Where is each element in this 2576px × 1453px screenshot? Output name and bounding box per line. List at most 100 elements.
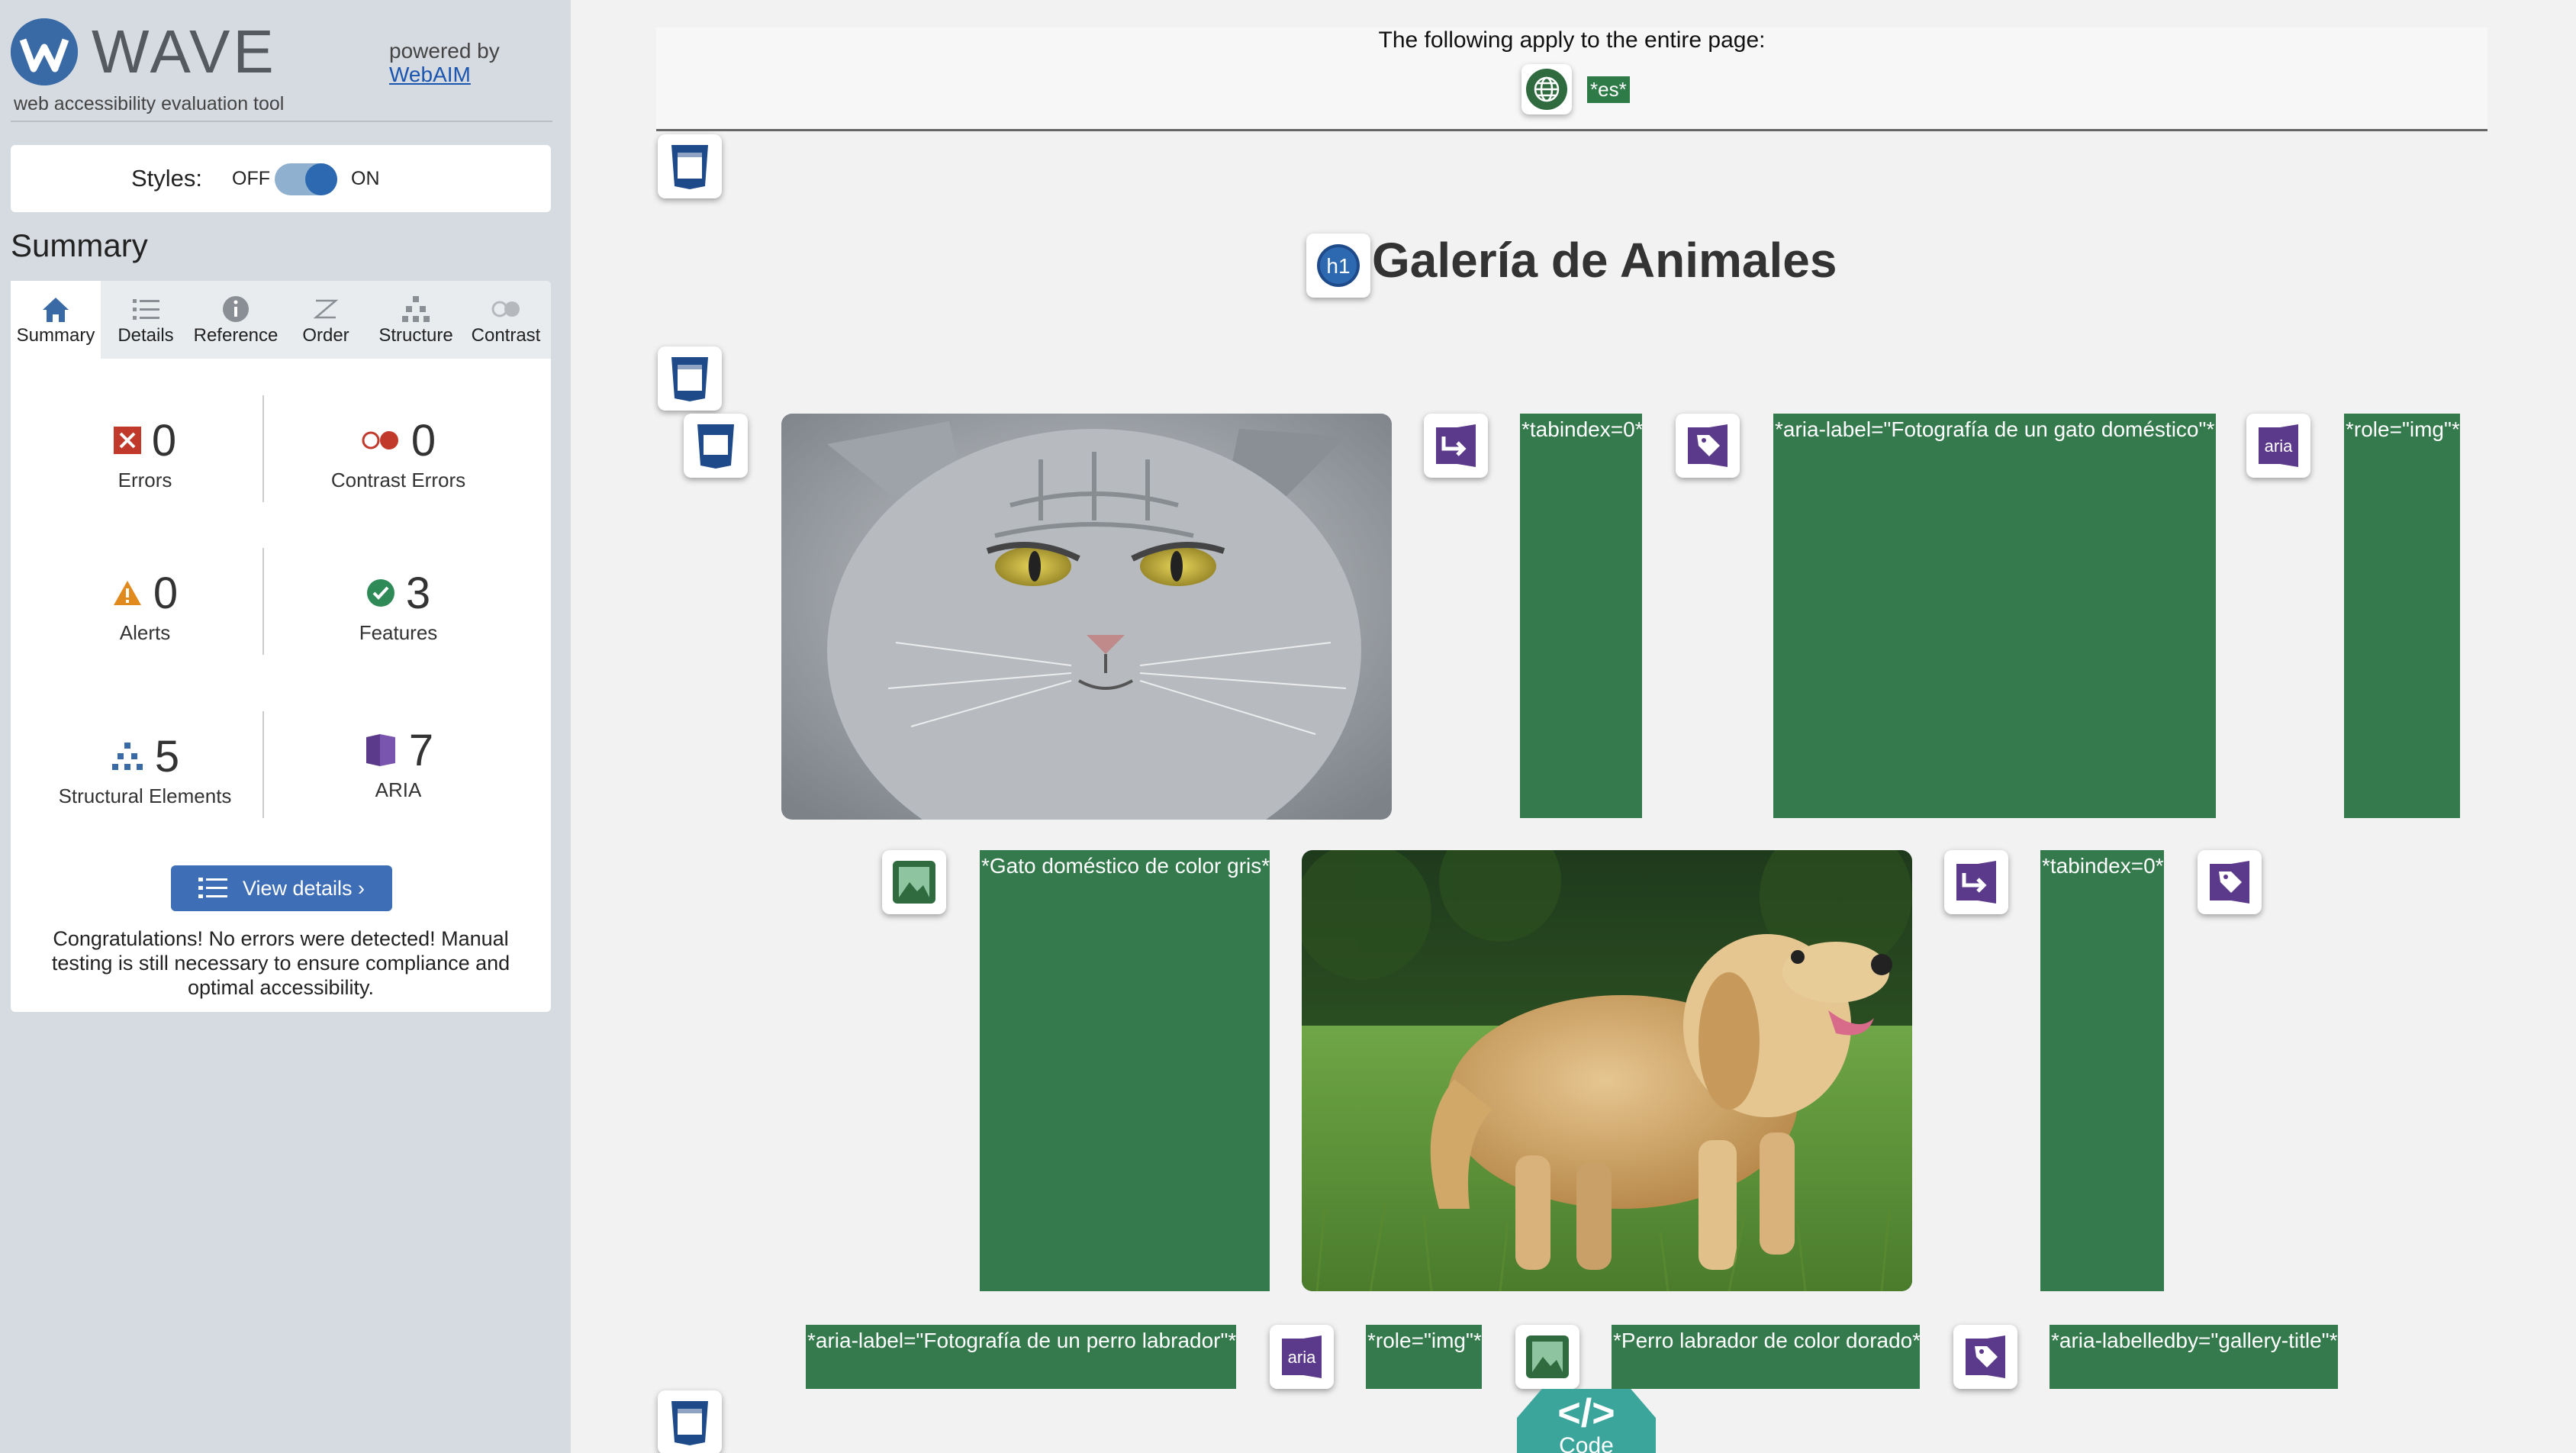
stat-features[interactable]: 3 Features: [276, 568, 520, 645]
contrast-icon: [461, 281, 551, 325]
stat-value: 0: [151, 415, 177, 466]
webaim-link[interactable]: WebAIM: [389, 63, 500, 87]
alert-icon: [113, 581, 141, 605]
tabindex-icon[interactable]: [1944, 850, 2008, 914]
powered-by: powered by WebAIM: [389, 39, 500, 87]
wave-tagline: web accessibility evaluation tool: [14, 93, 285, 114]
heading-badge: h1: [1326, 254, 1350, 278]
styles-toggle-box: Styles: OFF ON: [11, 145, 551, 212]
page-info-bar: The following apply to the entire page: …: [656, 27, 2487, 131]
wave-logo-text: WAVE: [92, 18, 277, 85]
styles-on-label: ON: [351, 168, 380, 189]
structure-icon: [371, 281, 461, 325]
aria-icon[interactable]: aria: [1270, 1325, 1334, 1389]
view-details-button[interactable]: View details ›: [171, 865, 392, 911]
stat-label: ARIA: [375, 778, 422, 801]
aria-label-icon[interactable]: [1676, 414, 1740, 478]
summary-panel: Summary Details Reference Order Structur…: [11, 281, 551, 1012]
heading-icon[interactable]: h1: [1306, 234, 1370, 298]
stat-value: 5: [154, 731, 180, 781]
stat-contrast-errors[interactable]: 0 Contrast Errors: [276, 415, 520, 492]
view-details-label: View details ›: [242, 876, 365, 900]
stat-label: Features: [359, 621, 438, 644]
tab-details[interactable]: Details: [101, 281, 191, 359]
styles-label: Styles:: [131, 165, 203, 192]
code-toggle-button[interactable]: </> Code: [1517, 1389, 1656, 1453]
wave-logo-icon: [11, 18, 78, 85]
lang-tag: *es*: [1587, 76, 1630, 103]
tab-structure[interactable]: Structure: [371, 281, 461, 359]
page-heading: Galería de Animales: [1372, 233, 1837, 288]
dog-image: [1302, 850, 1912, 1291]
tabindex-icon[interactable]: [1424, 414, 1488, 478]
error-icon: [113, 427, 141, 454]
code-icon: </>: [1557, 1391, 1615, 1435]
aria-icon: [365, 734, 395, 766]
order-icon: [281, 281, 371, 325]
stat-label: Structural Elements: [58, 784, 232, 807]
sidebar-divider: [11, 121, 552, 122]
aria-badge: aria: [2265, 437, 2293, 456]
tab-label: Order: [302, 325, 349, 346]
list-icon: [101, 281, 191, 325]
styles-toggle[interactable]: [275, 163, 337, 195]
region-icon[interactable]: [658, 346, 722, 411]
code-label: Code: [1559, 1433, 1614, 1453]
stat-errors[interactable]: 0 Errors: [23, 415, 267, 492]
tabindex-tag: *tabindex=0*: [2040, 850, 2164, 1291]
info-icon: [191, 281, 281, 325]
aria-icon[interactable]: aria: [2246, 414, 2310, 478]
tab-reference[interactable]: Reference: [191, 281, 281, 359]
stat-aria[interactable]: 7 ARIA: [276, 725, 520, 802]
contrast-error-icon: [362, 431, 398, 449]
alt-cat-tag: *Gato doméstico de color gris*: [980, 850, 1270, 1291]
stat-value: 0: [153, 568, 179, 618]
aria-labelledby-icon[interactable]: [1953, 1325, 2017, 1389]
stat-value: 7: [408, 725, 434, 775]
stat-divider: [262, 711, 264, 818]
aria-labelledby-tag: *aria-labelledby="gallery-title"*: [2050, 1325, 2338, 1389]
region-icon[interactable]: [658, 134, 722, 198]
stat-divider: [262, 548, 264, 655]
list-icon: [198, 878, 227, 898]
stat-alerts[interactable]: 0 Alerts: [23, 568, 267, 645]
stat-divider: [262, 395, 264, 502]
aria-label-cat-tag: *aria-label="Fotografía de un gato domés…: [1773, 414, 2216, 818]
alt-dog-tag: *Perro labrador de color dorado*: [1612, 1325, 1920, 1389]
powered-by-label: powered by: [389, 39, 500, 63]
page-info-text: The following apply to the entire page:: [1378, 27, 1766, 53]
toggle-knob: [305, 163, 337, 195]
structure-icon: [111, 743, 143, 770]
tab-label: Details: [118, 325, 174, 346]
home-icon: [11, 281, 101, 325]
tab-contrast[interactable]: Contrast: [461, 281, 551, 359]
tab-label: Summary: [16, 325, 95, 346]
wave-sidebar: WAVE web accessibility evaluation tool p…: [0, 0, 571, 1453]
stat-value: 3: [405, 568, 431, 618]
aria-label-icon[interactable]: [2198, 850, 2262, 914]
stat-structural-elements[interactable]: 5 Structural Elements: [23, 731, 267, 808]
figure-icon[interactable]: [684, 414, 748, 478]
stat-value: 0: [411, 415, 436, 466]
panel-tabs: Summary Details Reference Order Structur…: [11, 281, 551, 359]
alt-text-icon[interactable]: [882, 850, 946, 914]
tab-order[interactable]: Order: [281, 281, 371, 359]
feature-icon: [366, 579, 394, 607]
language-icon[interactable]: [1521, 64, 1572, 114]
role-img-tag: *role="img"*: [2344, 414, 2460, 818]
tab-summary[interactable]: Summary: [11, 281, 101, 359]
role-img-tag: *role="img"*: [1366, 1325, 1482, 1389]
aria-label-dog-tag: *aria-label="Fotografía de un perro labr…: [806, 1325, 1236, 1389]
summary-heading: Summary: [11, 227, 148, 263]
region-icon[interactable]: [658, 1390, 722, 1453]
stat-label: Contrast Errors: [330, 469, 466, 491]
tab-label: Structure: [378, 325, 453, 346]
alt-text-icon[interactable]: [1515, 1325, 1579, 1389]
stat-label: Alerts: [119, 621, 171, 644]
tabindex-tag: *tabindex=0*: [1520, 414, 1642, 818]
stat-label: Errors: [118, 469, 172, 491]
aria-badge: aria: [1288, 1348, 1316, 1367]
congrats-message: Congratulations! No errors were detected…: [51, 927, 510, 999]
cat-image: [781, 414, 1392, 820]
tab-label: Reference: [193, 325, 279, 346]
